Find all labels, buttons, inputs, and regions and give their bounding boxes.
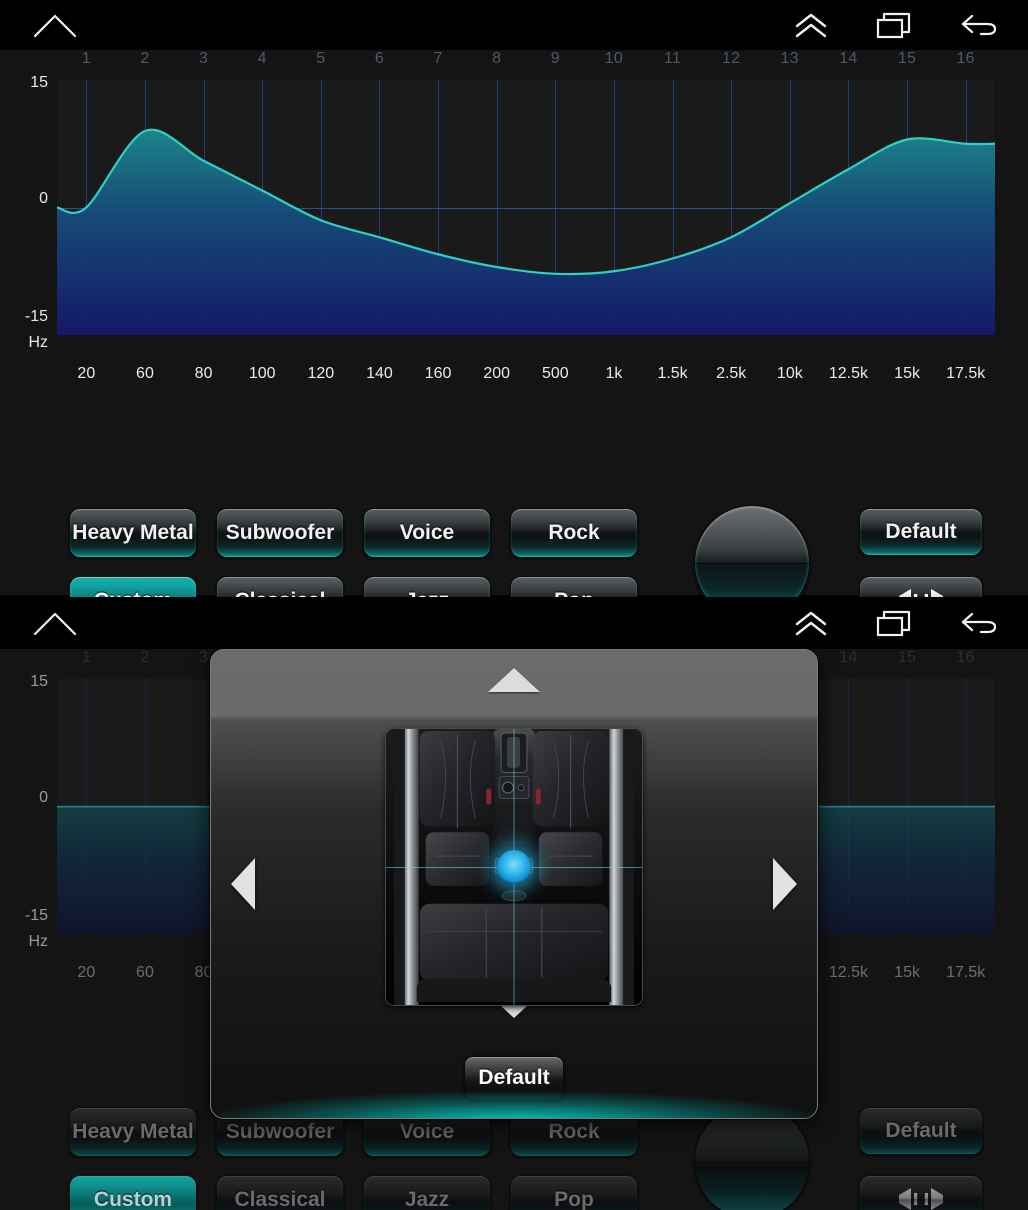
preset-button-label: Subwoofer [225, 521, 335, 544]
arrow-up-icon[interactable] [488, 668, 540, 692]
frequency-label: 12.5k [828, 365, 869, 382]
frequency-label: 10k [776, 365, 803, 382]
band-number: 4 [257, 50, 267, 67]
band-number: 7 [433, 50, 443, 67]
dialog-bottom-glow [211, 1092, 817, 1118]
back-icon[interactable] [960, 610, 998, 636]
android-navbar-bottom [0, 597, 1028, 649]
equalizer-screen: 1 2 3 4 5 6 7 8 9 10 11 12 13 14 15 16 15 0 -15 Hz 20 60… [0, 50, 1028, 626]
frequency-label: 15k [894, 365, 920, 382]
frequency-label: 500 [541, 365, 569, 382]
y-axis-max-label: 15 [30, 74, 48, 91]
chevron-double-up-icon[interactable] [794, 12, 828, 38]
frequency-label: 80 [194, 365, 213, 382]
frequency-label: 1k [605, 365, 623, 382]
preset-button-label: Heavy Metal [72, 521, 194, 544]
android-navbar-top [0, 0, 1028, 50]
arrow-left-icon[interactable] [231, 858, 255, 910]
eq-chart[interactable]: 1 2 3 4 5 6 7 8 9 10 11 12 13 14 15 16 15 0 -15 Hz 20 60… [0, 50, 1028, 395]
band-number-axis: 12345678910111213141516 [0, 50, 1028, 80]
eq-curve [57, 80, 995, 335]
dialog-overlay: Default [0, 649, 1028, 1210]
default-button[interactable]: Default [859, 508, 983, 556]
band-number: 6 [374, 50, 385, 67]
band-number: 10 [604, 50, 624, 67]
sound-position-marker[interactable] [497, 850, 531, 884]
preset-button-rock[interactable]: Rock [510, 508, 638, 558]
band-number: 13 [780, 50, 800, 67]
preset-button-voice[interactable]: Voice [363, 508, 491, 558]
band-number: 14 [839, 50, 858, 67]
y-axis-min-label: -15 [24, 308, 48, 325]
chevron-double-up-icon[interactable] [794, 610, 828, 636]
navbar-right-group [794, 11, 998, 39]
band-number: 15 [897, 50, 917, 67]
y-axis-zero-label: 0 [39, 190, 48, 207]
arrow-right-icon[interactable] [773, 858, 797, 910]
band-number: 8 [492, 50, 502, 67]
home-icon[interactable] [33, 610, 77, 636]
navbar-right-group [794, 609, 998, 637]
car-interior-seats-top-view[interactable] [385, 728, 643, 1006]
band-number: 12 [721, 50, 741, 67]
equalizer-screen-with-dialog: 12345678910111213141516 15 0 -15 Hz 2060… [0, 649, 1028, 1210]
preset-button-label: Voice [399, 521, 455, 544]
knob-indicator-line [695, 563, 809, 564]
band-number: 2 [140, 50, 150, 67]
frequency-label: 2.5k [716, 365, 747, 382]
frequency-label: 160 [424, 365, 452, 382]
frequency-label: 60 [136, 365, 154, 382]
frequency-label: 17.5k [946, 365, 986, 382]
band-number: 11 [663, 50, 682, 67]
default-button-label: Default [885, 520, 957, 543]
back-icon[interactable] [960, 12, 998, 38]
frequency-axis: 20 60 80 100 120 140 160 200 500 1k 1.5k 2.5k 10k 12.… [0, 365, 1028, 391]
eq-plot-area[interactable] [57, 80, 995, 335]
preset-button-subwoofer[interactable]: Subwoofer [216, 508, 344, 558]
band-number: 16 [956, 50, 975, 67]
home-icon[interactable] [33, 12, 77, 38]
frequency-label: 200 [483, 365, 511, 382]
band-number: 9 [550, 50, 560, 67]
frequency-label: 20 [77, 365, 96, 382]
frequency-label: 120 [307, 365, 335, 382]
band-number: 5 [316, 50, 326, 67]
band-number: 1 [81, 50, 91, 67]
preset-button-label: Rock [548, 521, 600, 544]
eq-curve-fill [57, 129, 995, 335]
frequency-label: 1.5k [657, 365, 688, 382]
band-number: 3 [198, 50, 209, 67]
sound-position-dialog: Default [210, 649, 818, 1119]
frequency-label: 100 [248, 365, 276, 382]
recents-icon[interactable] [876, 11, 912, 39]
recents-icon[interactable] [876, 609, 912, 637]
x-axis-unit-label: Hz [28, 334, 48, 351]
preset-button-heavy-metal[interactable]: Heavy Metal [69, 508, 197, 558]
dialog-default-label: Default [478, 1066, 550, 1089]
frequency-label: 140 [366, 365, 393, 382]
